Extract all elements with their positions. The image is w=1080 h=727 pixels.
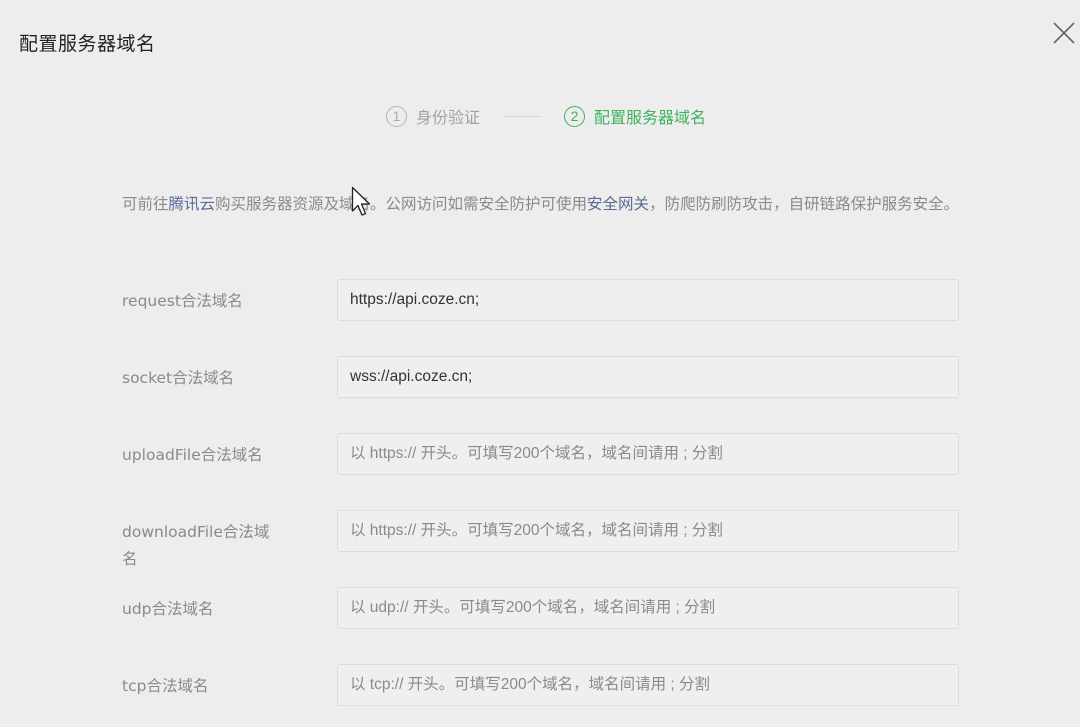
socket-domain-input[interactable] (337, 356, 959, 398)
step-connector (504, 116, 540, 117)
upload-file-domain-input[interactable] (337, 433, 959, 475)
udp-domain-label: udp合法域名 (122, 596, 292, 623)
field-row-socket: socket合法域名 (122, 356, 959, 398)
description-part: ，防爬防刷防攻击，自研链路保护服务安全。 (649, 195, 959, 213)
step-configure-domain: 2 配置服务器域名 (564, 104, 706, 128)
description-text: 可前往腾讯云购买服务器资源及域名。公网访问如需安全防护可使用安全网关，防爬防刷防… (122, 191, 972, 218)
step-indicator: 1 身份验证 2 配置服务器域名 (386, 102, 706, 130)
field-row-udp: udp合法域名 (122, 587, 959, 629)
field-row-tcp: tcp合法域名 (122, 664, 959, 706)
dialog-title: 配置服务器域名 (19, 29, 156, 56)
download-file-domain-input[interactable] (337, 510, 959, 552)
description-part: 购买服务器资源及域名。公网访问如需安全防护可使用 (215, 195, 587, 213)
tcp-domain-label: tcp合法域名 (122, 673, 292, 700)
field-row-request: request合法域名 (122, 279, 959, 321)
udp-domain-input[interactable] (337, 587, 959, 629)
upload-file-domain-label: uploadFile合法域名 (122, 442, 292, 469)
description-part: 可前往 (122, 195, 169, 213)
request-domain-label: request合法域名 (122, 288, 292, 315)
step-number-badge: 2 (564, 106, 585, 127)
step-identity-verification: 1 身份验证 (386, 104, 480, 128)
socket-domain-label: socket合法域名 (122, 365, 292, 392)
field-row-upload-file: uploadFile合法域名 (122, 433, 959, 475)
download-file-domain-label: downloadFile合法域名 (122, 519, 282, 573)
request-domain-input[interactable] (337, 279, 959, 321)
field-row-download-file: downloadFile合法域名 (122, 510, 959, 552)
configure-server-domain-dialog: 配置服务器域名 1 身份验证 2 配置服务器域名 可前往腾讯云购买服务器资源及域… (0, 0, 1080, 727)
security-gateway-link[interactable]: 安全网关 (587, 195, 649, 213)
step-number-badge: 1 (386, 106, 407, 127)
step-label: 身份验证 (416, 104, 480, 128)
tencent-cloud-link[interactable]: 腾讯云 (169, 195, 216, 213)
step-label: 配置服务器域名 (594, 104, 706, 128)
close-icon[interactable] (1050, 19, 1078, 47)
tcp-domain-input[interactable] (337, 664, 959, 706)
